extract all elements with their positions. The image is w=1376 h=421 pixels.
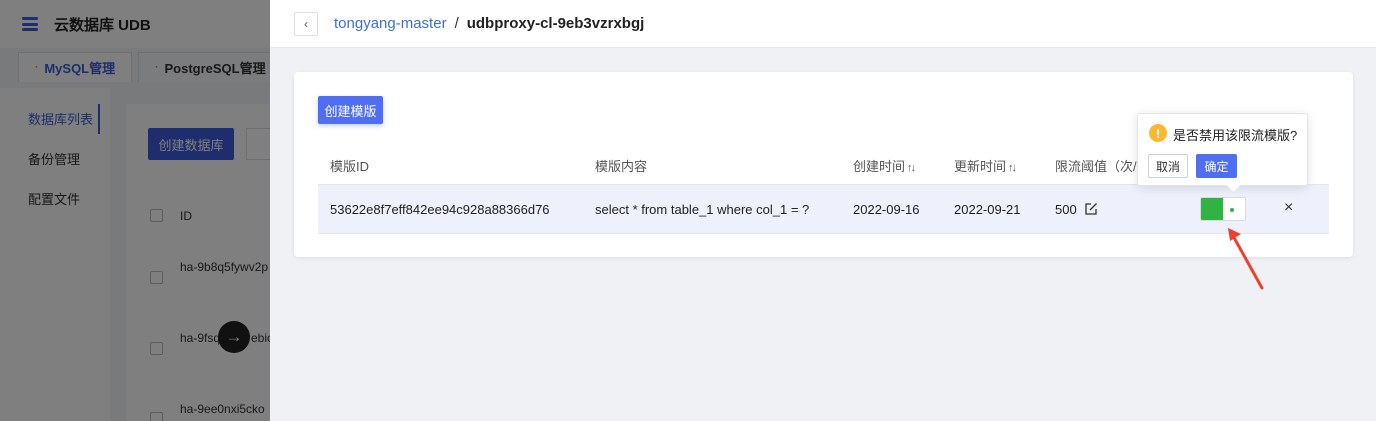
column-header-template-content: 模版内容 — [595, 159, 648, 174]
toggle-dot-icon — [1230, 208, 1234, 212]
breadcrumb-separator: / — [454, 15, 459, 32]
breadcrumb-parent-link[interactable]: tongyang-master — [334, 15, 447, 32]
back-button[interactable]: ‹ — [294, 11, 318, 36]
chevron-left-icon: ‹ — [304, 16, 308, 31]
toggle-fill — [1201, 198, 1223, 220]
delete-icon[interactable]: × — [1284, 199, 1293, 217]
create-template-button[interactable]: 创建模版 — [318, 96, 383, 124]
sort-icon[interactable]: ↑↓ — [1008, 162, 1017, 174]
template-enable-toggle[interactable] — [1200, 197, 1246, 221]
cancel-button[interactable]: 取消 — [1148, 154, 1188, 178]
cell-updated-time: 2022-09-21 — [954, 202, 1021, 217]
cell-template-content: select * from table_1 where col_1 = ? — [595, 202, 810, 217]
column-header-template-id: 模版ID — [330, 159, 370, 174]
cell-created-time: 2022-09-16 — [853, 202, 920, 217]
column-header-limit-threshold: 限流阈值（次/5 — [1055, 159, 1144, 174]
disable-confirm-popover: ! 是否禁用该限流模版? 取消 确定 — [1137, 113, 1308, 186]
confirm-button[interactable]: 确定 — [1196, 154, 1237, 178]
table-row: 53622e8f7eff842ee94c928a88366d76 select … — [318, 184, 1329, 234]
edit-icon[interactable] — [1084, 202, 1098, 216]
cell-limit-threshold: 500 — [1055, 202, 1077, 217]
annotation-arrow-icon — [1228, 228, 1264, 290]
breadcrumb-current: udbproxy-cl-9eb3vzrxbgj — [466, 15, 645, 32]
warning-icon: ! — [1149, 124, 1167, 142]
cell-template-id: 53622e8f7eff842ee94c928a88366d76 — [330, 202, 550, 217]
template-drawer: ‹ tongyang-master / udbproxy-cl-9eb3vzrx… — [270, 0, 1376, 421]
drawer-header: ‹ tongyang-master / udbproxy-cl-9eb3vzrx… — [270, 0, 1376, 48]
popover-message: 是否禁用该限流模版? — [1173, 128, 1298, 143]
column-header-updated-time[interactable]: 更新时间 ↑↓ — [954, 156, 1017, 175]
sort-icon[interactable]: ↑↓ — [907, 162, 916, 174]
column-header-created-time[interactable]: 创建时间 ↑↓ — [853, 156, 916, 175]
